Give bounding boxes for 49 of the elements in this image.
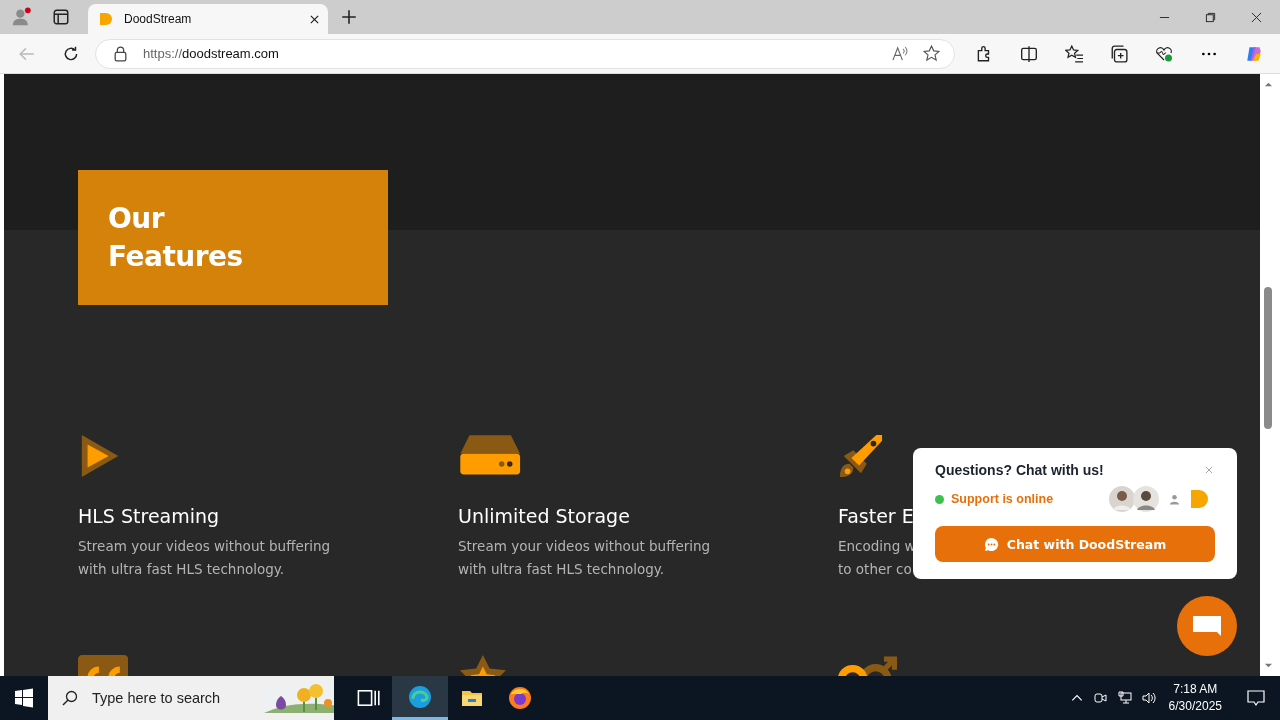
time-text: 7:18 AM (1173, 681, 1218, 698)
feature-title: Unlimited Storage (458, 505, 631, 527)
chat-bubble-icon (983, 536, 999, 552)
search-field[interactable]: Type here to search (90, 689, 264, 707)
refresh-icon[interactable] (62, 44, 80, 63)
feature-title: HLS Streaming (78, 505, 221, 527)
lock-icon (112, 45, 129, 62)
date-text: 6/30/2025 (1168, 698, 1222, 715)
browser-tab[interactable]: DoodStream (88, 4, 328, 34)
site-logo-icon (98, 11, 114, 27)
profile-icon[interactable] (12, 7, 32, 27)
restore-icon[interactable] (1205, 11, 1216, 23)
star-icon[interactable] (923, 45, 940, 62)
new-tab-icon[interactable] (340, 8, 358, 26)
close-window-icon[interactable] (1251, 11, 1262, 23)
avatar-icon (1133, 486, 1159, 512)
feature-description: Stream your videos without buffering with ultra fast HLS technology. (458, 537, 711, 579)
split-screen-icon[interactable] (1020, 44, 1038, 63)
section-heading: Our Features (108, 201, 244, 275)
feature-description: Stream your videos without buffering with ultra fast HLS technology. (78, 537, 331, 579)
scrollbar-thumb[interactable] (1264, 287, 1272, 429)
network-icon[interactable] (1117, 691, 1132, 705)
chat-launcher-icon[interactable] (1177, 596, 1237, 656)
person-icon (1169, 493, 1180, 505)
feature-title: Faster E (838, 505, 915, 527)
volume-icon[interactable] (1141, 691, 1156, 705)
firefox-icon[interactable] (508, 686, 532, 710)
tab-title: DoodStream (124, 12, 193, 26)
chat-title: Questions? Chat with us! (935, 462, 1105, 478)
clock[interactable]: 7:18 AM 6/30/2025 (1168, 681, 1222, 715)
copilot-icon[interactable] (1245, 44, 1263, 63)
site-logo-icon (1189, 489, 1209, 509)
health-icon[interactable] (1155, 44, 1173, 63)
collections-icon[interactable] (1110, 44, 1128, 63)
read-aloud-icon[interactable] (892, 45, 909, 62)
start-icon[interactable] (14, 688, 34, 708)
url-text: https://doodstream.com (143, 46, 279, 61)
close-icon[interactable] (309, 13, 320, 25)
favorites-icon[interactable] (1065, 44, 1083, 63)
avatar-icon (1109, 486, 1135, 512)
scroll-up-icon[interactable] (1263, 80, 1273, 89)
camera-icon[interactable] (1093, 691, 1108, 705)
status-text: Support is online (951, 492, 1054, 506)
address-bar[interactable]: https://doodstream.com (95, 38, 955, 69)
browser-icon[interactable] (408, 684, 432, 709)
search-icon (62, 690, 78, 706)
tab-actions-icon[interactable] (52, 8, 70, 26)
rocket-icon (838, 433, 884, 479)
scroll-down-icon[interactable] (1263, 661, 1273, 670)
